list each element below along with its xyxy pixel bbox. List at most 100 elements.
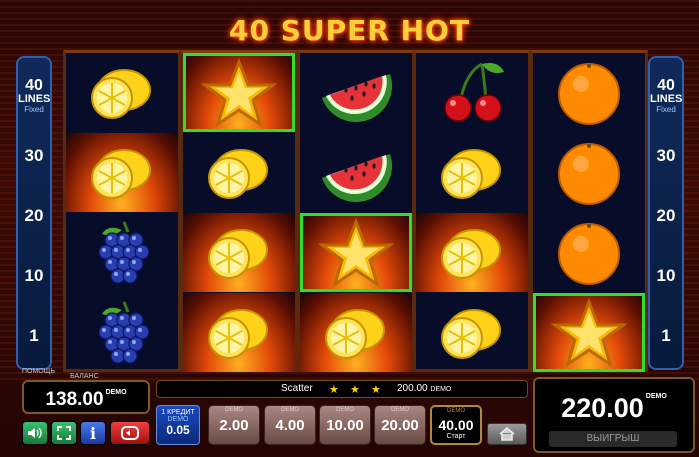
lines-panel-left: 40 LINES Fixed 30 20 10 1 [16,56,52,370]
watermelon-icon [322,73,393,122]
win-label: ВЫИГРЫШ [549,431,677,447]
watermelon-icon [322,153,393,202]
start-button[interactable]: DEMO 40.00 Старт [430,405,482,445]
fullscreen-icon [57,426,71,440]
bet-demo: DEMO [391,407,409,413]
line-number: 1 [661,326,671,345]
reel-cell [183,213,295,292]
bet-demo: DEMO [281,407,299,413]
reel-cell [533,53,645,132]
star-icon: ★ [329,384,339,396]
lemon-icon [441,148,501,199]
credit-demo: DEMO [167,416,189,423]
credit-selector[interactable]: 1 КРЕДИТ DEMO 0.05 [156,405,200,445]
reel [63,50,181,372]
reel-cell [533,213,645,292]
sound-button[interactable] [22,421,48,445]
autoplay-button[interactable] [110,421,150,445]
bet-value: 4.00 [275,417,305,434]
reel-cell [416,133,528,212]
info-bar: Scatter ★ ★ ★ 200.00 DEMO [156,380,528,398]
line-number: 20 [24,206,44,225]
reel-cell [533,293,645,372]
reel-cell [66,213,178,292]
win-value: 220.00 DEMO [561,393,667,423]
lemon-icon [91,148,151,199]
bet-value: 10.00 [326,417,364,434]
lines-count: 40 [657,77,675,94]
lines-panel-right: 40 LINES Fixed 30 20 10 1 [648,56,684,370]
active-bet-value: 40.00 [438,417,474,433]
reel-cell [300,53,412,132]
orange-icon [558,142,620,205]
credit-label: 1 КРЕДИТ [161,409,195,416]
bet-value: 20.00 [381,417,419,434]
reel-cell [533,133,645,212]
bet-value: 2.00 [219,417,249,434]
line-number: 30 [24,146,44,165]
orange-icon [558,222,620,285]
balance-label: БАЛАНС [70,373,99,380]
reel-cell [416,293,528,372]
lemon-icon [441,308,501,359]
reel-cell [66,133,178,212]
lemon-icon [91,68,151,119]
lemon-icon [208,308,268,359]
reel-cell [183,53,295,132]
fullscreen-button[interactable] [51,421,77,445]
lines-word: LINES [650,93,683,105]
help-label: ПОМОЩЬ [22,368,55,375]
star-icon: ★ [371,384,381,396]
reel [530,50,648,372]
cherries-icon [444,62,504,122]
bet-button[interactable]: DEMO 20.00 [374,405,426,445]
scatter-win-amount: 200.00 DEMO [397,383,452,394]
line-number: 20 [656,206,676,225]
reel-cell [66,53,178,132]
lemon-icon [441,228,501,279]
reel-cell [300,213,412,292]
home-button[interactable] [487,423,527,445]
game-title: 40 SUPER HOT [229,14,470,47]
bet-demo: DEMO [336,407,354,413]
reel [297,50,415,372]
reel-cell [416,53,528,132]
line-number: 10 [24,266,44,285]
line-number: 10 [656,266,676,285]
bet-button[interactable]: DEMO 2.00 [208,405,260,445]
line-number: 1 [29,326,39,345]
lines-word: LINES [18,93,51,105]
autoplay-icon [121,426,139,440]
star-icon: ★ [350,384,360,396]
lines-fixed: Fixed [656,105,676,114]
bet-button[interactable]: DEMO 4.00 [264,405,316,445]
reel-cell [300,133,412,212]
grapes-icon [98,300,150,364]
bet-button[interactable]: DEMO 10.00 [319,405,371,445]
reel-cell [416,213,528,292]
lemon-icon [208,228,268,279]
lemon-icon [208,148,268,199]
reel-cell [183,133,295,212]
bet-demo: DEMO [225,407,243,413]
scatter-label: Scatter [281,383,313,394]
home-icon [499,427,515,441]
lines-count-box: 40 LINES Fixed [650,77,683,115]
credit-value: 0.05 [166,423,190,437]
lines-fixed: Fixed [24,105,44,114]
lemon-icon [325,308,385,359]
grapes-icon [98,220,150,284]
lines-count: 40 [25,77,43,94]
lines-count-box: 40 LINES Fixed [18,77,51,115]
reel [180,50,298,372]
reel-cell [183,293,295,372]
start-label: Старт [446,433,466,440]
win-box: 220.00 DEMO ВЫИГРЫШ [533,377,695,453]
balance-box: 138.00 DEMO [22,380,150,414]
reel-cell [66,293,178,372]
reel [413,50,531,372]
balance-value: 138.00 DEMO [45,389,127,410]
reel-cell [300,293,412,372]
star-icon [317,217,395,288]
info-button[interactable]: i [80,421,106,445]
